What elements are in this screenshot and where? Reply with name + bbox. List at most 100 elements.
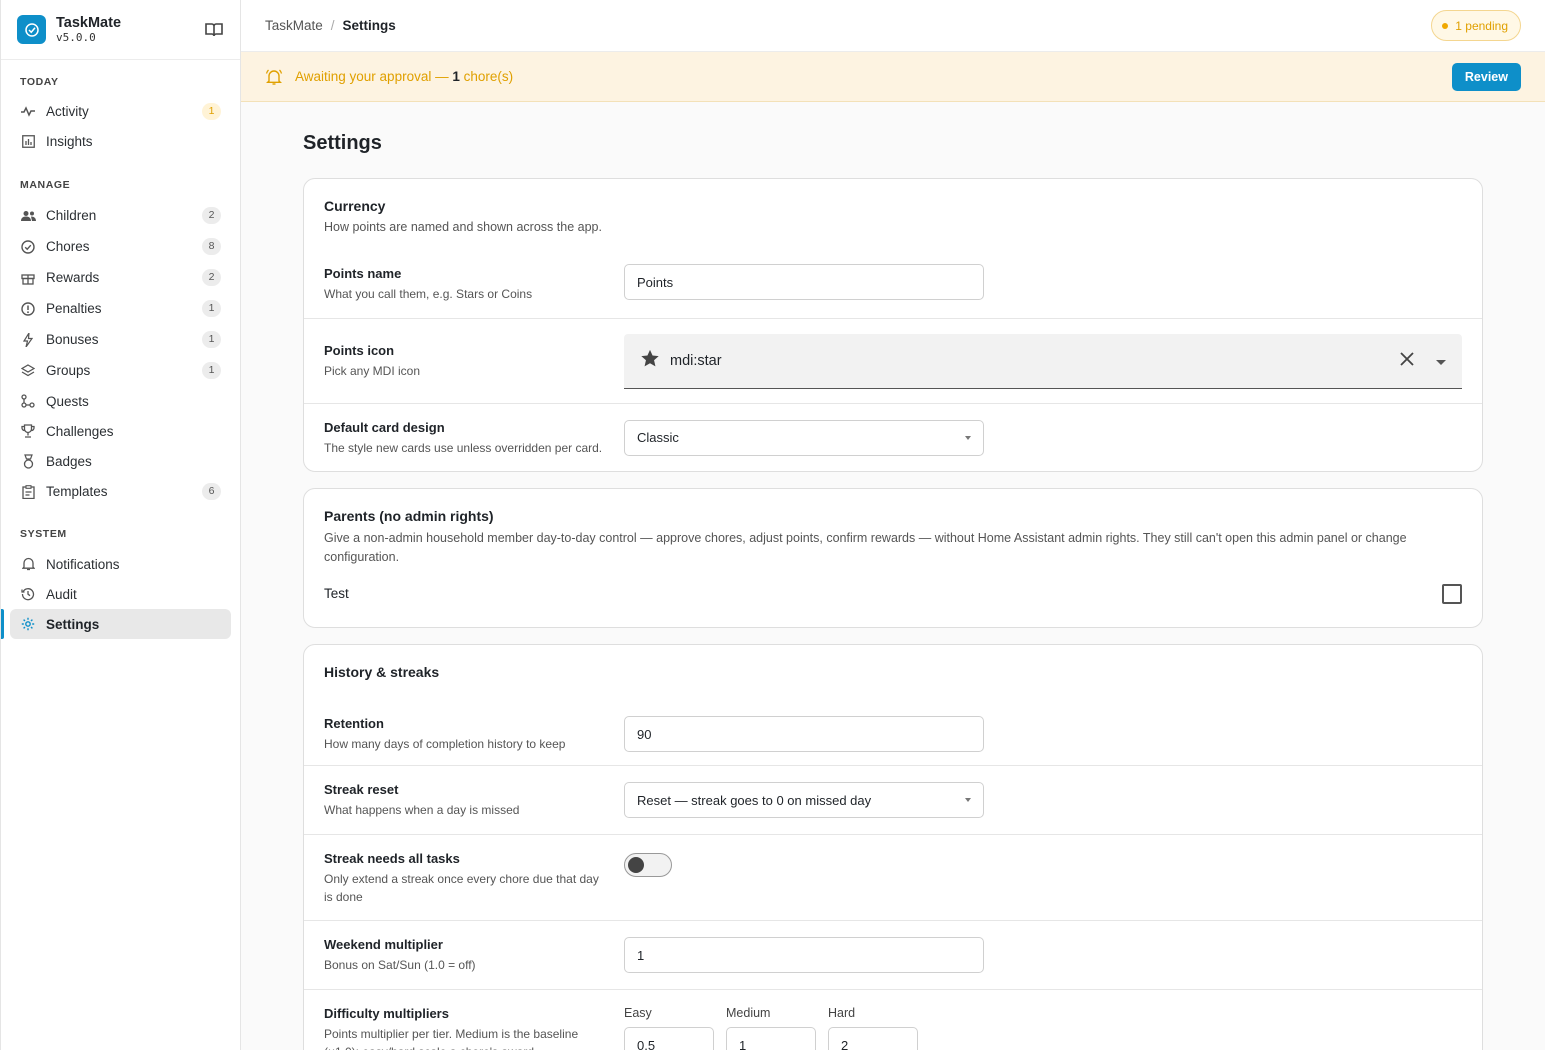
sidebar-item-label: Quests — [46, 393, 89, 409]
sidebar-item-label: Groups — [46, 363, 91, 378]
history-icon — [20, 586, 36, 602]
app-name: TaskMate — [56, 14, 122, 31]
row-hint: What you call them, e.g. Stars or Coins — [324, 287, 533, 301]
breadcrumb: TaskMate / Settings — [265, 18, 396, 33]
points-icon-picker[interactable]: mdi:star — [624, 333, 1462, 389]
points-icon-value: mdi:star — [670, 352, 722, 369]
retention-input[interactable]: 90 — [624, 716, 984, 752]
alert-circle-icon — [20, 301, 36, 317]
brand: TaskMate v5.0.0 — [1, 0, 240, 60]
row-hint: How many days of completion history to k… — [324, 737, 566, 751]
sidebar-item-notifications[interactable]: Notifications — [10, 549, 231, 579]
sidebar-item-label: Bonuses — [46, 332, 99, 347]
retention-row: Retention How many days of completion hi… — [304, 703, 1482, 765]
tier-label: Hard — [828, 1006, 856, 1020]
approval-banner: Awaiting your approval — 1 chore(s) Revi… — [241, 52, 1545, 102]
taskmate-logo-icon — [17, 15, 46, 44]
banner-text-before: Awaiting your approval — — [295, 69, 453, 84]
sidebar-item-groups[interactable]: Groups 1 — [10, 355, 231, 386]
streak-all-toggle[interactable] — [624, 852, 672, 877]
banner-text: Awaiting your approval — 1 chore(s) — [295, 69, 513, 84]
medium-multiplier-input[interactable]: 1 — [726, 1027, 816, 1050]
chart-icon — [20, 133, 36, 149]
nav-heading: SYSTEM — [20, 528, 67, 540]
card-design-select[interactable]: Classic — [624, 419, 984, 456]
row-label: Points name — [324, 266, 402, 281]
row-label: Points icon — [324, 343, 395, 358]
difficulty-row: Difficulty multipliers Points multiplier… — [304, 989, 1482, 1050]
tier-label: Medium — [726, 1006, 771, 1020]
sidebar-item-badges[interactable]: Badges — [10, 446, 231, 476]
page-title: Settings — [303, 132, 382, 154]
select-value: Reset — streak goes to 0 on missed day — [637, 792, 872, 808]
book-icon[interactable] — [204, 21, 224, 39]
count-badge: 1 — [202, 300, 221, 317]
points-name-input[interactable]: Points — [624, 264, 984, 300]
hard-multiplier-input[interactable]: 2 — [828, 1027, 918, 1050]
parent-user-checkbox[interactable] — [1442, 584, 1462, 604]
sidebar-item-label: Rewards — [46, 270, 100, 285]
sidebar-item-chores[interactable]: Chores 8 — [10, 231, 231, 262]
banner-count: 1 — [452, 69, 460, 84]
count-badge: 6 — [202, 483, 221, 500]
star-icon — [640, 349, 660, 372]
difficulty-tiers: Easy 0.5 Medium 1 Hard 2 — [624, 1005, 930, 1050]
card-description: Give a non-admin household member day-to… — [324, 531, 1407, 564]
sidebar-item-insights[interactable]: Insights — [10, 126, 231, 156]
nav-section-manage: MANAGE Children 2 Chores 8 Rewards 2 Pen… — [1, 177, 240, 507]
tier-label: Easy — [624, 1006, 652, 1020]
bell-ring-icon — [265, 68, 283, 86]
row-label: Retention — [324, 716, 384, 731]
row-label: Difficulty multipliers — [324, 1006, 449, 1021]
count-badge: 8 — [202, 238, 221, 255]
sidebar-item-penalties[interactable]: Penalties 1 — [10, 293, 231, 324]
nav-heading: MANAGE — [20, 179, 71, 191]
sidebar-item-label: Children — [46, 208, 97, 223]
sidebar-item-children[interactable]: Children 2 — [10, 200, 231, 231]
layers-icon — [20, 363, 36, 379]
easy-multiplier-input[interactable]: 0.5 — [624, 1027, 714, 1050]
route-icon — [20, 393, 36, 409]
streak-reset-row: Streak reset What happens when a day is … — [304, 765, 1482, 834]
check-circle-icon — [20, 239, 36, 255]
breadcrumb-root[interactable]: TaskMate — [265, 18, 323, 33]
tier-medium: Medium 1 — [726, 1005, 816, 1050]
bell-icon — [20, 556, 36, 572]
clear-icon[interactable] — [1400, 351, 1414, 370]
sidebar: TaskMate v5.0.0 TODAY Activity 1 Insight… — [0, 0, 241, 1050]
row-label: Streak needs all tasks — [324, 850, 460, 866]
streak-reset-select[interactable]: Reset — streak goes to 0 on missed day — [624, 782, 984, 818]
breadcrumb-current: Settings — [342, 18, 396, 33]
active-indicator — [1, 609, 4, 639]
sidebar-item-audit[interactable]: Audit — [10, 579, 231, 609]
sidebar-item-label: Insights — [46, 133, 93, 149]
pending-badge[interactable]: 1 pending — [1431, 10, 1521, 41]
parents-card: Parents (no admin rights) Give a non-adm… — [303, 488, 1483, 628]
sidebar-item-challenges[interactable]: Challenges — [10, 416, 231, 446]
sidebar-item-templates[interactable]: Templates 6 — [10, 476, 231, 507]
row-label: Streak reset — [324, 782, 399, 797]
sidebar-item-label: Penalties — [46, 301, 102, 316]
review-button[interactable]: Review — [1451, 62, 1521, 91]
select-value: Classic — [637, 430, 679, 445]
nav-section-today: TODAY Activity 1 Insights — [1, 74, 240, 156]
pulse-icon — [20, 103, 36, 119]
bolt-icon — [20, 332, 36, 348]
sidebar-item-label: Notifications — [46, 556, 120, 572]
sidebar-item-label: Audit — [46, 586, 77, 602]
gear-icon — [20, 616, 36, 632]
sidebar-item-settings[interactable]: Settings — [1, 609, 231, 639]
row-hint: Bonus on Sat/Sun (1.0 = off) — [324, 958, 476, 972]
weekend-multiplier-input[interactable]: 1 — [624, 937, 984, 973]
sidebar-item-activity[interactable]: Activity 1 — [10, 96, 231, 126]
sidebar-item-label: Badges — [46, 453, 92, 469]
points-icon-row: Points icon Pick any MDI icon mdi:star — [304, 318, 1482, 403]
history-card: History & streaks Retention How many day… — [303, 644, 1483, 1050]
sidebar-item-rewards[interactable]: Rewards 2 — [10, 262, 231, 293]
sidebar-item-bonuses[interactable]: Bonuses 1 — [10, 324, 231, 355]
row-hint: Points multiplier per tier. Medium is th… — [324, 1027, 579, 1050]
dropdown-arrow-icon[interactable] — [1436, 353, 1446, 369]
clipboard-icon — [20, 484, 36, 500]
sidebar-item-quests[interactable]: Quests — [10, 386, 231, 416]
card-title: History & streaks — [324, 664, 440, 680]
